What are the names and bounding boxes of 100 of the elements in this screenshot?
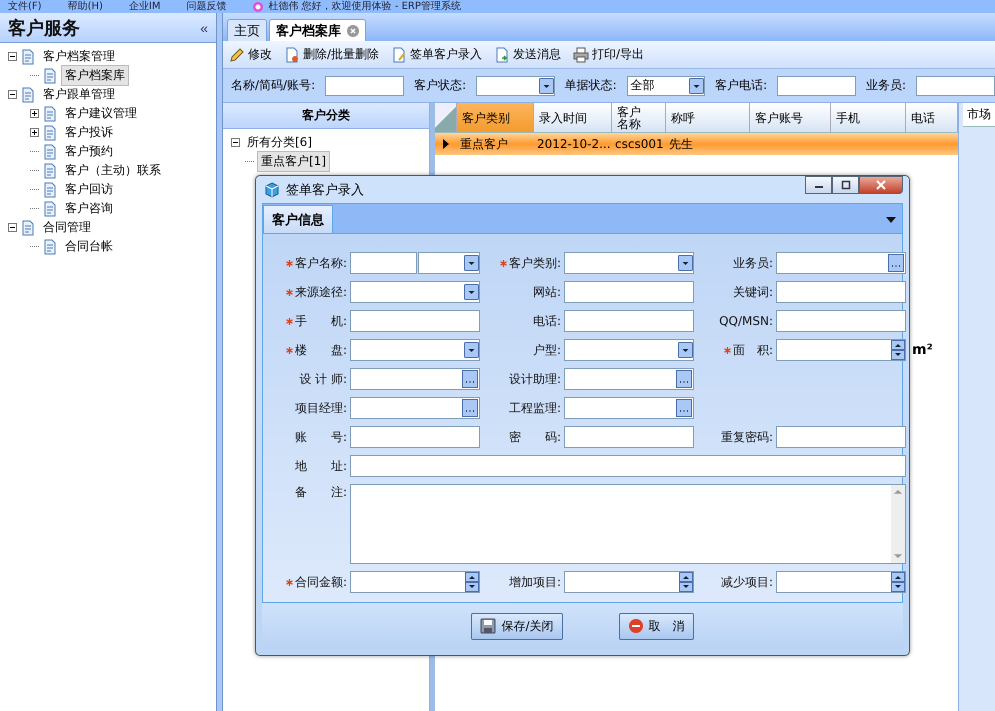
spinner-arrows-icon[interactable] <box>679 572 693 592</box>
document-icon <box>42 106 58 122</box>
toolbar-button[interactable]: 打印/导出 <box>573 46 644 63</box>
ellipsis-button-icon[interactable] <box>676 399 692 417</box>
ellipsis-button-icon[interactable] <box>888 254 904 272</box>
ellipsis-button-icon[interactable] <box>462 399 478 417</box>
picker-field[interactable] <box>350 368 480 390</box>
ellipsis-button-icon[interactable] <box>676 370 692 388</box>
filter-label: 业务员: <box>866 77 906 94</box>
dropdown-field[interactable] <box>350 339 480 361</box>
toolbar-button[interactable]: 删除/批量删除 <box>284 46 380 63</box>
collapse-icon[interactable] <box>8 90 17 99</box>
toolbar-button[interactable]: 发送消息 <box>494 46 562 63</box>
dropdown-triangle-icon[interactable] <box>886 217 896 223</box>
column-header[interactable]: 称呼 <box>666 103 750 132</box>
tree-item[interactable]: 所有分类[6] <box>243 132 316 153</box>
field-label: 设 计 师: <box>299 372 347 386</box>
spinner-arrows-icon[interactable] <box>891 572 905 592</box>
tree-item[interactable]: 客户建议管理 <box>61 103 141 124</box>
dropdown-field[interactable] <box>350 281 480 303</box>
close-icon[interactable] <box>347 24 359 36</box>
document-icon <box>42 182 58 198</box>
field-label: 减少项目: <box>720 574 773 588</box>
tree-item[interactable]: 客户档案库 <box>61 65 129 86</box>
menu-item[interactable]: 帮助(H) <box>68 1 103 13</box>
text-area[interactable] <box>350 484 906 564</box>
text-field[interactable] <box>350 252 417 274</box>
number-field[interactable] <box>564 571 694 593</box>
text-field[interactable] <box>777 76 856 96</box>
table-row[interactable]: 重点客户 2012-10-2... cscs001 先生 <box>435 133 958 155</box>
text-field[interactable] <box>776 310 906 332</box>
picker-field[interactable] <box>564 368 694 390</box>
table-cell-text: 重点客户 <box>459 136 509 152</box>
tab[interactable]: 客户档案库 <box>269 19 366 41</box>
tree-item[interactable]: 客户投诉 <box>61 122 117 143</box>
dropdown-field[interactable]: 全部 <box>626 76 706 96</box>
text-field[interactable] <box>350 310 480 332</box>
close-button[interactable] <box>859 176 903 194</box>
toolbar-button[interactable]: 签单客户录入 <box>391 46 482 63</box>
save-button[interactable]: 保存/关闭 <box>471 612 563 640</box>
text-field[interactable] <box>776 426 906 448</box>
column-header[interactable]: 录入时间 <box>534 103 612 132</box>
document-icon <box>42 124 58 140</box>
tree-item[interactable]: 合同台帐 <box>61 236 117 257</box>
dropdown-field[interactable] <box>418 252 480 274</box>
expand-icon[interactable] <box>30 109 39 118</box>
filter-label: 客户电话: <box>715 77 768 94</box>
ellipsis-button-icon[interactable] <box>462 370 478 388</box>
tab[interactable]: 客户信息 <box>263 205 333 233</box>
tree-item[interactable]: 客户预约 <box>61 141 117 162</box>
spinner-arrows-icon[interactable] <box>465 572 479 592</box>
column-header[interactable]: 客户类别 <box>457 103 534 132</box>
field-label: 合同金额: <box>294 574 347 588</box>
text-field[interactable] <box>564 281 694 303</box>
collapse-icon[interactable] <box>8 52 17 61</box>
expand-icon[interactable] <box>30 128 39 137</box>
collapse-icon[interactable] <box>231 138 240 147</box>
toolbar-button[interactable]: 修改 <box>229 46 272 63</box>
menu-item[interactable]: 企业IM <box>128 1 160 13</box>
tree-item[interactable]: 客户跟单管理 <box>39 84 119 105</box>
document-icon <box>20 220 36 236</box>
text-field[interactable] <box>776 281 906 303</box>
menu-item[interactable]: 文件(F) <box>8 1 42 13</box>
collapse-icon[interactable] <box>8 223 17 232</box>
column-header[interactable]: 客户账号 <box>750 103 831 132</box>
text-field[interactable] <box>350 426 480 448</box>
text-field[interactable] <box>564 310 694 332</box>
column-header[interactable]: 手机 <box>831 103 906 132</box>
cancel-button[interactable]: 取 消 <box>618 612 694 640</box>
text-field[interactable] <box>564 426 694 448</box>
menu-item[interactable]: 问题反馈 <box>186 1 226 13</box>
tree-item[interactable]: 客户咨询 <box>61 198 117 219</box>
picker-field[interactable] <box>776 252 906 274</box>
tab[interactable]: 主页 <box>227 19 267 41</box>
text-field[interactable] <box>350 455 906 477</box>
field-label: 面 积: <box>732 342 773 356</box>
dialog-title: 签单客户录入 <box>286 182 364 198</box>
dropdown-field[interactable] <box>564 252 694 274</box>
number-field[interactable] <box>350 571 480 593</box>
tree-item[interactable]: 客户回访 <box>61 179 117 200</box>
collapse-button[interactable]: « <box>200 20 208 36</box>
picker-field[interactable] <box>564 397 694 419</box>
field-label: 手 机: <box>294 314 347 328</box>
tree-item[interactable]: 客户档案管理 <box>39 46 119 67</box>
panel-title: 客户分类 <box>223 103 429 129</box>
number-field[interactable] <box>776 339 906 361</box>
text-field[interactable] <box>916 76 995 96</box>
tree-item[interactable]: 客户（主动）联系 <box>61 160 165 181</box>
dropdown-field[interactable] <box>476 76 555 96</box>
tree-item[interactable]: 合同管理 <box>39 217 95 238</box>
dropdown-field[interactable] <box>564 339 694 361</box>
minimize-button[interactable] <box>805 176 832 194</box>
table-cell-text: cscs001 <box>614 137 665 151</box>
spinner-arrows-icon[interactable] <box>891 340 905 360</box>
number-field[interactable] <box>776 571 906 593</box>
tree-item[interactable]: 重点客户[1] <box>257 151 330 172</box>
picker-field[interactable] <box>350 397 480 419</box>
maximize-button[interactable] <box>832 176 859 194</box>
text-field[interactable] <box>325 76 404 96</box>
column-header[interactable]: 客户名称 <box>612 103 666 132</box>
